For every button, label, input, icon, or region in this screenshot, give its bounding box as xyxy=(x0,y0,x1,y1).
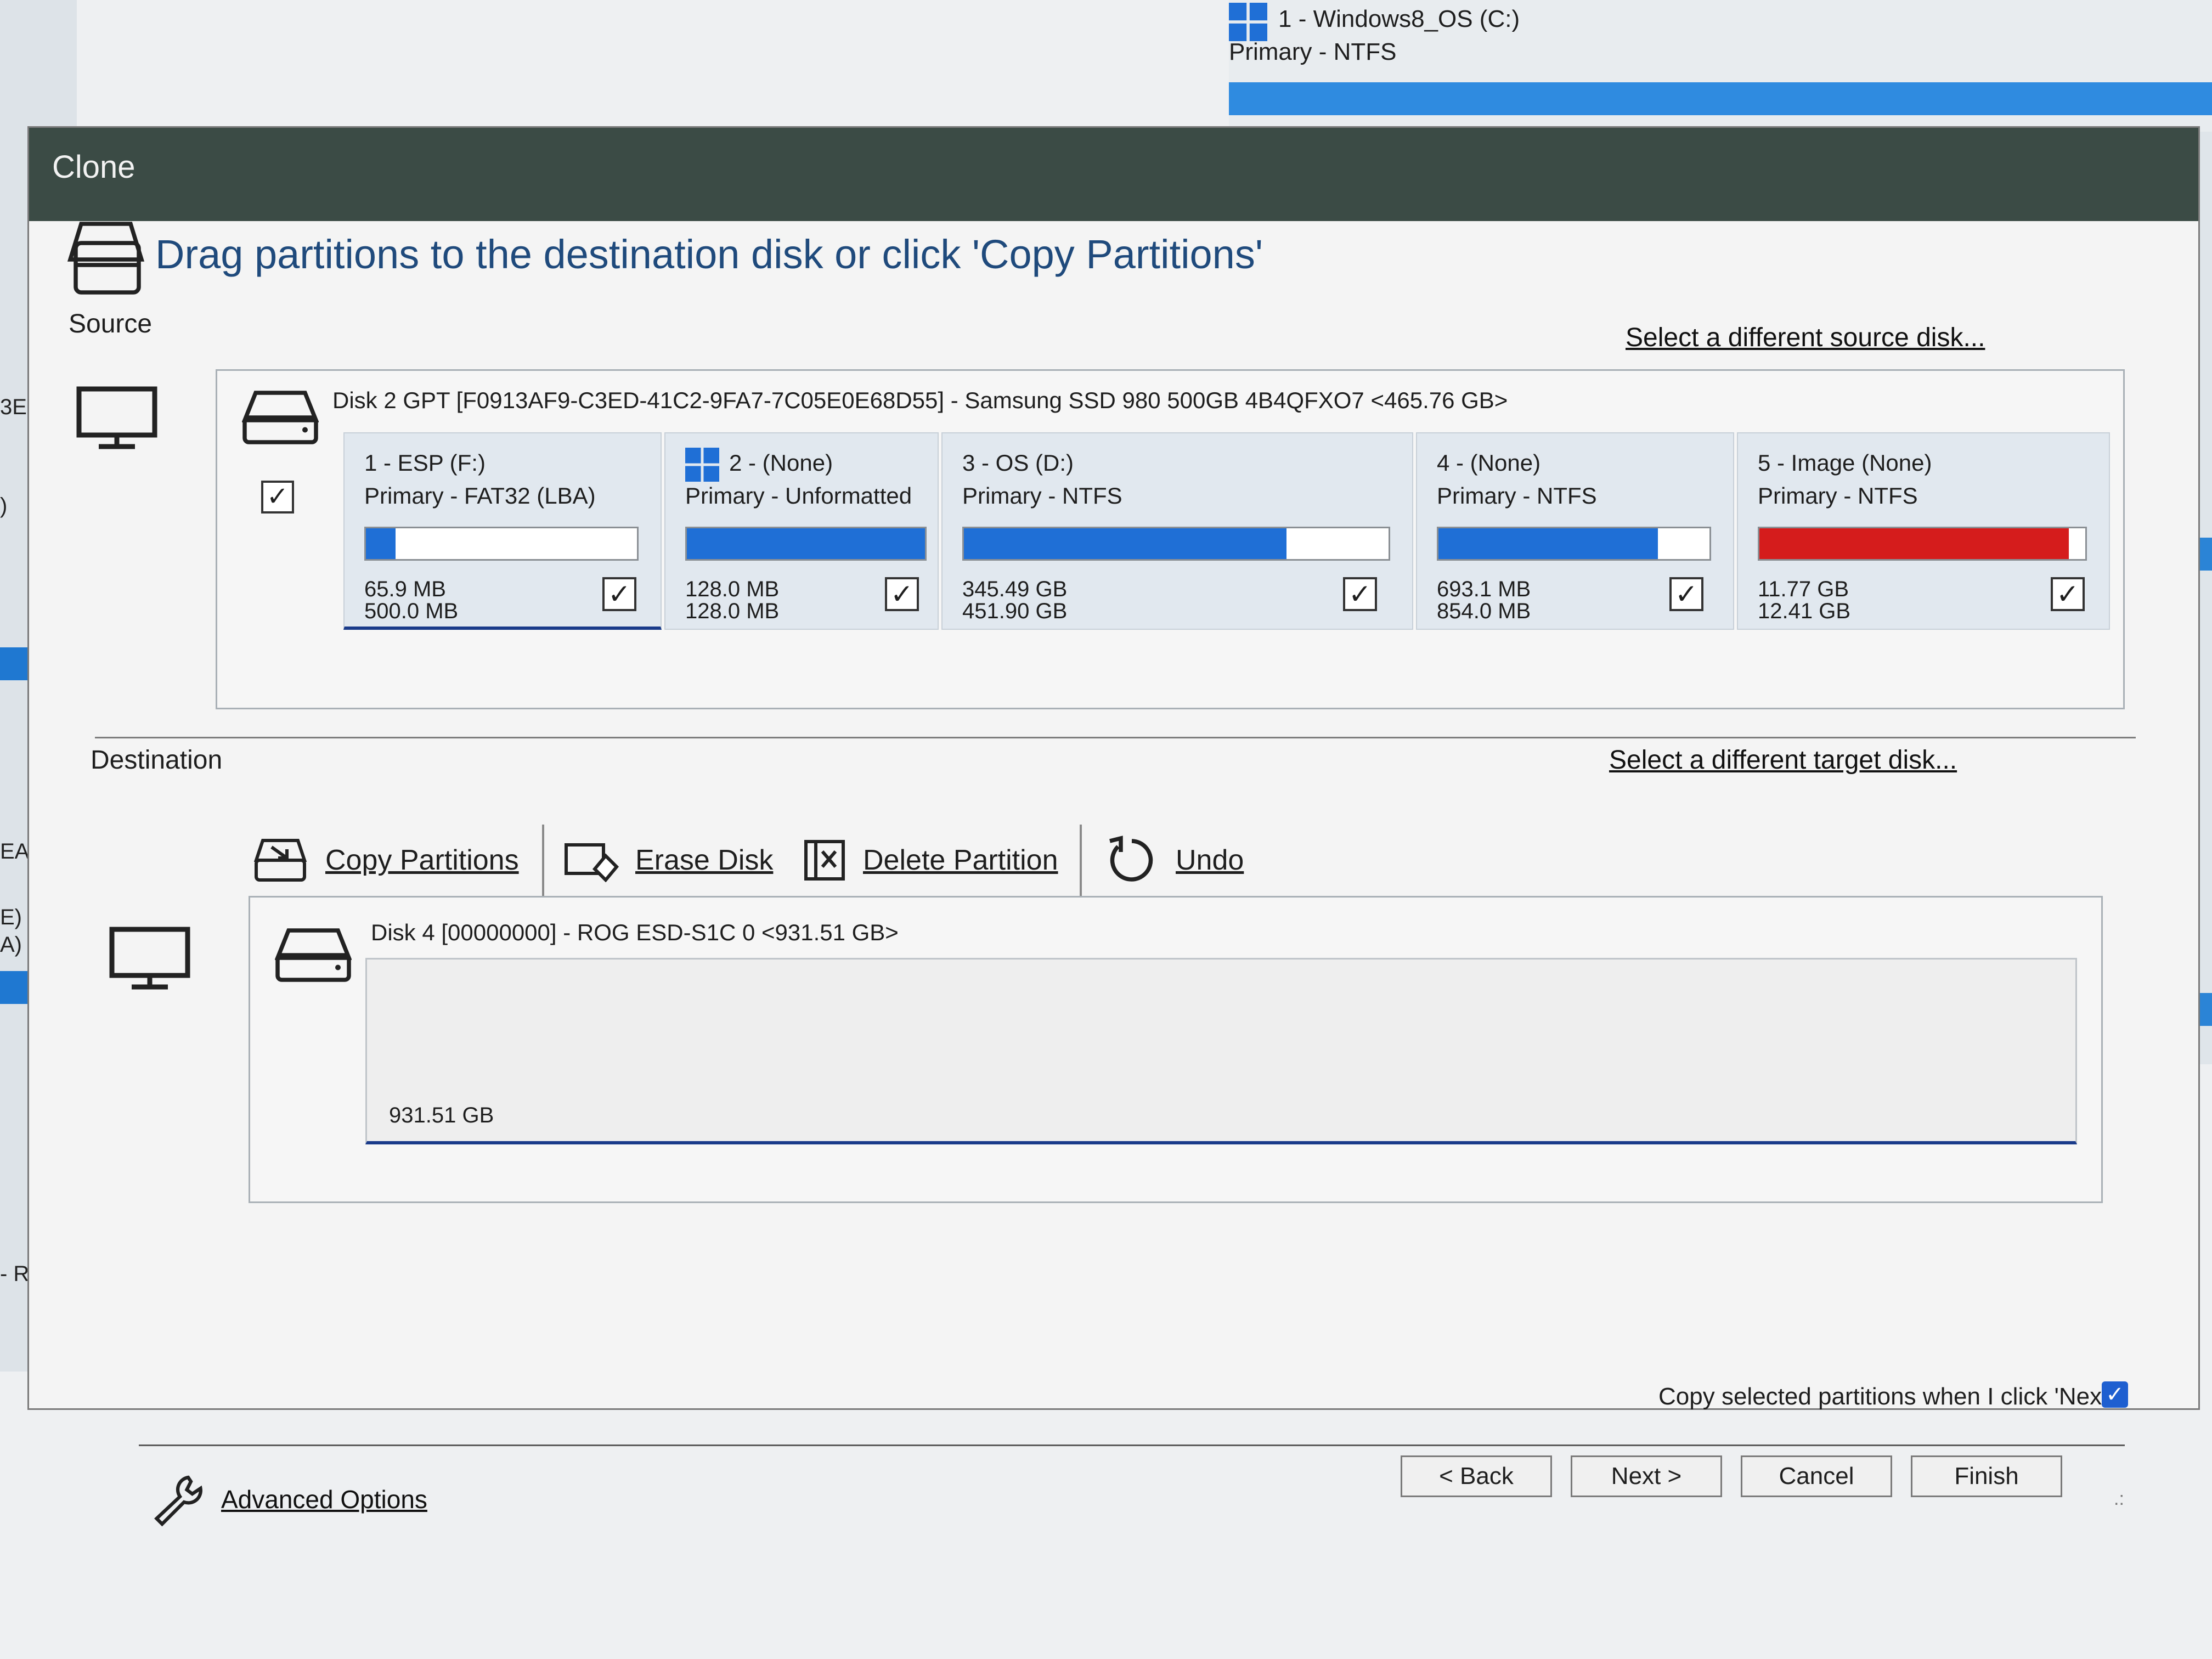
partition-type: Primary - NTFS xyxy=(1758,483,1918,509)
delete-partition-button[interactable]: Delete Partition xyxy=(803,833,1058,888)
footer-divider xyxy=(139,1444,2125,1446)
source-disk-title: Disk 2 GPT [F0913AF9-C3ED-41C2-9FA7-7C05… xyxy=(332,387,1508,413)
partition-name: 5 - Image (None) xyxy=(1758,450,1932,476)
back-button[interactable]: < Back xyxy=(1401,1455,1552,1497)
cancel-button[interactable]: Cancel xyxy=(1741,1455,1892,1497)
partition-usage-bar xyxy=(1758,527,2087,561)
background-top-partition[interactable]: 1 - Windows8_OS (C:) Primary - NTFS xyxy=(1229,0,2212,132)
partition-name: 3 - OS (D:) xyxy=(962,450,1074,476)
partition-usage-bar xyxy=(364,527,639,561)
toolbar-separator xyxy=(1080,825,1082,907)
partition-used: 65.9 MB xyxy=(364,577,446,601)
windows-icon xyxy=(1229,3,1267,41)
partition-total: 500.0 MB xyxy=(364,599,459,623)
disk-drive-icon xyxy=(242,391,319,444)
copy-partitions-icon xyxy=(254,836,309,885)
copy-on-next-checkbox[interactable]: ✓ xyxy=(2102,1381,2128,1408)
destination-drop-area[interactable]: 931.51 GB xyxy=(365,958,2077,1144)
partition-type: Primary - FAT32 (LBA) xyxy=(364,483,596,509)
partition-used: 693.1 MB xyxy=(1437,577,1531,601)
destination-disk-size: 931.51 GB xyxy=(389,1103,494,1127)
delete-partition-icon xyxy=(803,838,847,882)
delete-partition-label: Delete Partition xyxy=(863,844,1058,876)
monitor-icon xyxy=(76,386,157,449)
partition-total: 128.0 MB xyxy=(685,599,780,623)
partition-usage-fill xyxy=(687,528,925,559)
title-bar: Clone xyxy=(29,128,2198,221)
partition-usage-fill xyxy=(366,528,396,559)
resize-grip-icon[interactable]: .: xyxy=(2114,1488,2124,1510)
partition-tile[interactable]: 2 - (None) Primary - Unformatted 128.0 M… xyxy=(664,432,939,630)
partition-tile[interactable]: 4 - (None) Primary - NTFS 693.1 MB 854.0… xyxy=(1416,432,1734,630)
toolbar-separator xyxy=(542,825,544,907)
partition-usage-bar xyxy=(685,527,927,561)
partition-total: 451.90 GB xyxy=(962,599,1068,623)
destination-disk-panel: Disk 4 [00000000] - ROG ESD-S1C 0 <931.5… xyxy=(249,896,2103,1203)
partition-checkbox[interactable]: ✓ xyxy=(602,577,636,611)
copy-partitions-label: Copy Partitions xyxy=(325,844,519,876)
advanced-options[interactable]: Advanced Options xyxy=(150,1472,427,1527)
partition-name: 2 - (None) xyxy=(729,450,833,476)
erase-disk-label: Erase Disk xyxy=(635,844,774,876)
partition-name: 1 - ESP (F:) xyxy=(364,450,486,476)
wrench-icon xyxy=(154,1475,202,1527)
partition-type: Primary - NTFS xyxy=(1437,483,1597,509)
partition-tile[interactable]: 1 - ESP (F:) Primary - FAT32 (LBA) 65.9 … xyxy=(343,432,662,630)
partition-tile[interactable]: 5 - Image (None) Primary - NTFS 11.77 GB… xyxy=(1737,432,2110,630)
bg-partition-bar xyxy=(1229,82,2212,115)
next-button[interactable]: Next > xyxy=(1571,1455,1722,1497)
select-target-disk-link[interactable]: Select a different target disk... xyxy=(1609,745,1957,775)
source-label: Source xyxy=(69,309,153,338)
source-disk-panel: Disk 2 GPT [F0913AF9-C3ED-41C2-9FA7-7C05… xyxy=(216,369,2125,709)
destination-disk-title: Disk 4 [00000000] - ROG ESD-S1C 0 <931.5… xyxy=(371,919,899,945)
partition-used: 345.49 GB xyxy=(962,577,1068,601)
dialog-title: Clone xyxy=(52,149,136,185)
eraser-icon xyxy=(564,838,619,882)
partition-type: Primary - Unformatted xyxy=(685,483,912,509)
partition-usage-bar xyxy=(962,527,1390,561)
clone-disk-icon xyxy=(67,222,145,295)
partition-usage-fill xyxy=(1759,528,2069,559)
partition-type: Primary - NTFS xyxy=(962,483,1122,509)
undo-icon xyxy=(1104,833,1159,888)
partition-checkbox[interactable]: ✓ xyxy=(1669,577,1703,611)
partition-tile[interactable]: 3 - OS (D:) Primary - NTFS 345.49 GB 451… xyxy=(941,432,1413,630)
undo-button[interactable]: Undo xyxy=(1104,833,1244,888)
destination-divider xyxy=(95,737,2136,738)
destination-label: Destination xyxy=(91,746,223,775)
bg-partition-name: 1 - Windows8_OS (C:) xyxy=(1278,5,1520,32)
monitor-icon xyxy=(109,927,190,990)
clone-dialog: Clone Drag partitions to the destination… xyxy=(27,126,2200,1527)
partition-name: 4 - (None) xyxy=(1437,450,1541,476)
finish-button[interactable]: Finish xyxy=(1911,1455,2062,1497)
copy-on-next-label: Copy selected partitions when I click 'N… xyxy=(1658,1383,2113,1410)
partition-checkbox[interactable]: ✓ xyxy=(1343,577,1377,611)
windows-icon xyxy=(685,448,719,482)
erase-disk-button[interactable]: Erase Disk xyxy=(564,833,773,888)
partition-usage-fill xyxy=(964,528,1287,559)
partition-used: 128.0 MB xyxy=(685,577,780,601)
copy-partitions-button[interactable]: Copy Partitions xyxy=(254,833,519,888)
partition-usage-bar xyxy=(1437,527,1711,561)
partition-checkbox[interactable]: ✓ xyxy=(2051,577,2085,611)
undo-label: Undo xyxy=(1176,844,1244,876)
bg-partition-type: Primary - NTFS xyxy=(1229,38,1397,65)
partition-total: 12.41 GB xyxy=(1758,599,1851,623)
partition-usage-fill xyxy=(1438,528,1658,559)
dialog-heading: Drag partitions to the destination disk … xyxy=(155,232,1263,277)
select-source-disk-link[interactable]: Select a different source disk... xyxy=(1626,323,1985,353)
advanced-options-link[interactable]: Advanced Options xyxy=(221,1485,427,1514)
disk-drive-icon xyxy=(275,928,352,982)
partition-used: 11.77 GB xyxy=(1758,577,1849,601)
partition-total: 854.0 MB xyxy=(1437,599,1531,623)
partition-checkbox[interactable]: ✓ xyxy=(885,577,919,611)
source-disk-checkbox[interactable]: ✓ xyxy=(261,481,294,514)
